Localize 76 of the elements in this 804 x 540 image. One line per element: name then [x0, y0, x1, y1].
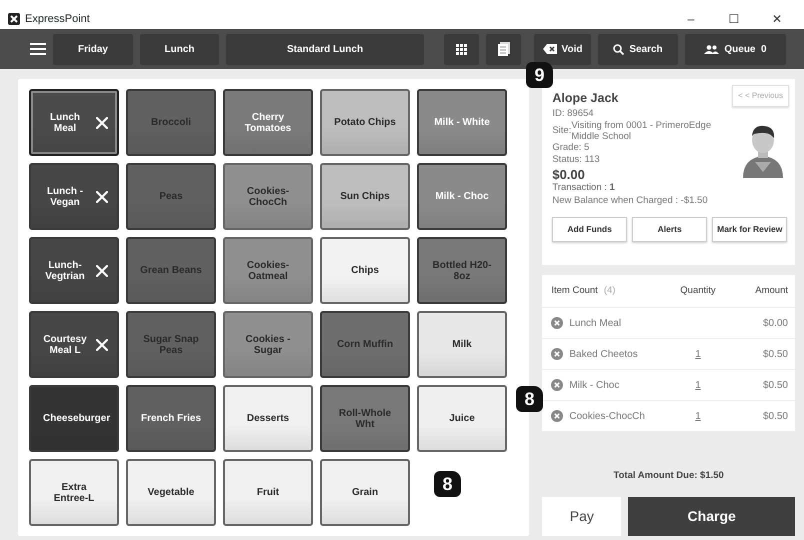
menu-tile[interactable]: Vegetable — [126, 459, 216, 526]
menu-tile[interactable]: Potato Chips — [320, 89, 410, 156]
menu-button[interactable]: Standard Lunch — [226, 34, 424, 64]
action-button[interactable]: Mark for Review — [712, 216, 787, 242]
app-logo-icon — [8, 13, 20, 25]
action-button[interactable]: Alerts — [632, 216, 707, 242]
customer-id: ID: 89654 — [552, 108, 595, 120]
search-icon — [613, 44, 624, 54]
menu-tile[interactable]: Milk — [417, 311, 507, 378]
menu-icon[interactable] — [30, 43, 46, 55]
amount-cell-text: $0.50 — [762, 410, 788, 424]
minimize-button[interactable]: – — [672, 10, 710, 28]
amount-cell-text: $0.00 — [762, 316, 788, 330]
item-name: Cookies-ChocCh — [569, 410, 645, 424]
menu-tile[interactable]: Chips — [320, 237, 410, 304]
menu-tile[interactable]: French Fries — [126, 385, 216, 452]
backspace-icon — [542, 44, 557, 54]
search-button[interactable]: Search — [598, 34, 678, 64]
menu-tile[interactable]: Lunch Meal — [29, 89, 119, 156]
maximize-button[interactable]: ☐ — [715, 10, 753, 28]
status-text: Status: 113 — [552, 154, 601, 167]
remove-icon[interactable] — [551, 348, 564, 360]
remove-icon[interactable] — [551, 379, 564, 391]
menu-tile[interactable]: Cherry Tomatoes — [223, 89, 313, 156]
total-due: Total Amount Due: $1.50 — [612, 468, 725, 483]
remove-icon[interactable] — [551, 317, 564, 329]
day-button[interactable]: Friday — [53, 34, 133, 64]
column-header: Amount — [754, 284, 788, 298]
item-count: (4) — [604, 284, 616, 298]
item-name: Baked Cheetos — [569, 348, 638, 362]
void-button[interactable]: Void — [534, 34, 591, 64]
callout-number: 8 — [434, 471, 461, 497]
menu-tile[interactable]: Cookies-ChocCh — [223, 163, 313, 230]
people-icon — [704, 44, 720, 54]
amount-cell-text: $0.50 — [762, 348, 788, 362]
charge-button[interactable]: Charge — [628, 497, 795, 536]
item-name: Milk - Choc — [569, 378, 620, 392]
quantity-link[interactable]: 1 — [695, 410, 701, 422]
pay-button[interactable]: Pay — [542, 497, 622, 536]
quantity-link[interactable]: 1 — [695, 348, 701, 360]
meal-button[interactable]: Lunch — [140, 34, 219, 64]
new-balance-text: New Balance when Charged : -$1.50 — [552, 194, 709, 207]
close-button[interactable]: ✕ — [758, 10, 796, 28]
grid-icon — [456, 44, 467, 54]
menu-tile[interactable]: Cookies - Sugar — [223, 311, 313, 378]
menu-tile[interactable]: Grain — [320, 459, 410, 526]
document-icon — [498, 42, 510, 56]
callout-number: 9 — [526, 62, 553, 88]
menu-tile[interactable]: Sun Chips — [320, 163, 410, 230]
menu-tile[interactable]: Desserts — [223, 385, 313, 452]
grid-button[interactable] — [444, 34, 479, 64]
column-header: Item Count — [551, 284, 598, 298]
quantity-link[interactable]: 1 — [695, 380, 701, 390]
menu-tile[interactable]: Cookies-Oatmeal — [223, 237, 313, 304]
menu-tile[interactable]: Courtesy Meal L — [29, 311, 119, 378]
action-button[interactable]: Add Funds — [552, 216, 627, 242]
menu-tile[interactable]: Juice — [417, 385, 507, 452]
menu-tile[interactable]: Lunch-Vegtrian — [29, 237, 119, 304]
remove-icon[interactable] — [551, 410, 564, 422]
site-value: Visiting from 0001 - PrimeroEdge Middle School — [571, 121, 712, 142]
menu-tile[interactable]: Lunch - Vegan — [29, 163, 119, 230]
customer-name: Alope Jack — [552, 90, 618, 107]
site-label: Site: — [552, 124, 572, 138]
window-title: ExpressPoint — [25, 12, 91, 27]
menu-tile[interactable]: Cheeseburger — [29, 385, 119, 452]
menu-tile[interactable]: Extra Entree-L — [29, 459, 119, 526]
transaction-text: Transaction : 1 — [552, 182, 616, 195]
item-name: Lunch Meal — [569, 316, 622, 330]
menu-tile[interactable]: Fruit — [223, 459, 313, 526]
amount-cell-text: $0.50 — [762, 378, 788, 392]
column-header: Quantity — [679, 284, 717, 298]
grade-text: Grade: 5 — [552, 142, 590, 154]
queue-button[interactable]: Queue 0 — [685, 34, 786, 64]
document-button[interactable] — [486, 34, 521, 64]
callout-number: 8 — [516, 386, 543, 412]
balance-amount: $0.00 — [552, 166, 586, 182]
